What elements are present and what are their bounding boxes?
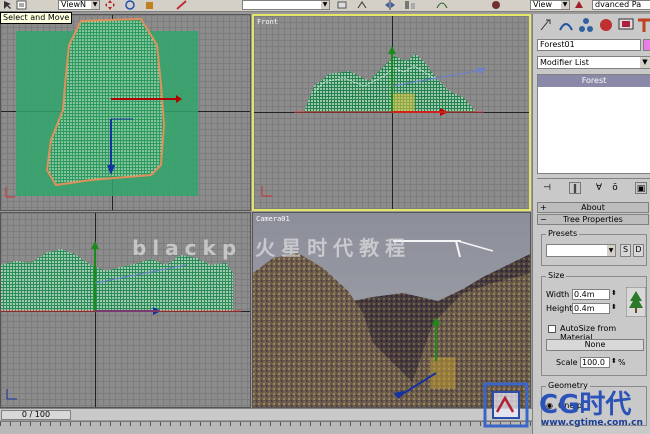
chevron-down-icon: ▼ bbox=[561, 1, 569, 9]
viewport-top[interactable] bbox=[0, 14, 251, 211]
render-type-combo[interactable]: dvanced Pa bbox=[592, 0, 650, 10]
command-panel-tabs bbox=[533, 14, 650, 36]
width-label: Width bbox=[546, 290, 570, 299]
modify-tab-icon[interactable] bbox=[557, 16, 575, 34]
selection-filter-value: ViewN bbox=[61, 0, 86, 9]
command-panel: Forest01 Modifier List ▼ Forest ⊣ ‖ ∀ ō … bbox=[532, 14, 650, 434]
material-editor-icon[interactable] bbox=[490, 0, 502, 10]
rollout-about[interactable]: + About bbox=[537, 202, 649, 213]
scale-unit: % bbox=[618, 358, 626, 367]
object-name-field[interactable]: Forest01 bbox=[537, 39, 641, 51]
size-group: Size Width 0.4m ⬍ Height 0.4m ⬍ AutoSize… bbox=[541, 271, 647, 376]
viewport-front[interactable]: Front bbox=[252, 14, 531, 211]
presets-group: Presets ▼ S D bbox=[541, 229, 647, 266]
create-tab-icon[interactable] bbox=[537, 16, 555, 34]
configure-sets-icon[interactable]: ▣ bbox=[635, 182, 647, 194]
render-scene-icon[interactable] bbox=[573, 0, 585, 10]
cgtime-logo-icon bbox=[483, 382, 529, 428]
chevron-down-icon: ▼ bbox=[640, 57, 650, 68]
select-by-name-icon[interactable] bbox=[16, 0, 28, 10]
preset-delete-button[interactable]: D bbox=[633, 244, 644, 257]
remove-modifier-icon[interactable]: ō bbox=[609, 182, 621, 194]
tree-preview-icon bbox=[626, 287, 646, 317]
motion-tab-icon[interactable] bbox=[597, 16, 615, 34]
modifier-list-label: Modifier List bbox=[540, 58, 589, 67]
presets-dropdown[interactable]: ▼ bbox=[546, 244, 616, 257]
align-icon[interactable] bbox=[404, 0, 416, 10]
chevron-down-icon: ▼ bbox=[607, 245, 615, 256]
mirror-icon[interactable] bbox=[384, 0, 396, 10]
spinner-arrows-icon[interactable]: ⬍ bbox=[611, 289, 617, 297]
hierarchy-tab-icon[interactable] bbox=[577, 16, 595, 34]
presets-group-title: Presets bbox=[546, 229, 580, 238]
scale-spinner[interactable]: 100.0 bbox=[580, 357, 610, 368]
max-app-window: ViewN ▼ ▼ View ▼ dvanced Pa Select and M… bbox=[0, 0, 650, 434]
track-bar[interactable] bbox=[0, 421, 532, 434]
scale-label: Scale bbox=[556, 358, 578, 367]
modifier-list-dropdown[interactable]: Modifier List ▼ bbox=[537, 56, 650, 69]
curve-editor-icon[interactable] bbox=[436, 0, 448, 10]
pin-stack-icon[interactable]: ⊣ bbox=[541, 182, 553, 194]
height-spinner[interactable]: 0.4m bbox=[572, 303, 610, 314]
show-end-result-icon[interactable]: ‖ bbox=[569, 182, 581, 194]
preset-save-button[interactable]: S bbox=[620, 244, 631, 257]
spinner-arrows-icon[interactable]: ⬍ bbox=[611, 357, 617, 365]
cgtime-brand-text: CG时代 bbox=[539, 390, 632, 420]
rollout-tree-properties[interactable]: − Tree Properties bbox=[537, 214, 649, 225]
viewport-front-label[interactable]: Front bbox=[257, 18, 278, 26]
move-icon[interactable] bbox=[104, 0, 116, 10]
named-selection-value: View bbox=[533, 0, 552, 9]
make-unique-icon[interactable]: ∀ bbox=[593, 182, 605, 194]
collapse-icon: − bbox=[540, 215, 547, 224]
time-slider-bar: 0 / 100 bbox=[0, 408, 532, 420]
select-and-link-icon[interactable] bbox=[176, 0, 188, 10]
size-group-title: Size bbox=[546, 271, 567, 280]
object-color-swatch[interactable] bbox=[643, 39, 650, 51]
watermark-text: blackp 火星时代教程 bbox=[132, 236, 412, 260]
stack-toolbar: ⊣ ‖ ∀ ō ▣ bbox=[537, 178, 650, 196]
chevron-down-icon: ▼ bbox=[321, 1, 329, 9]
expand-icon: + bbox=[540, 203, 547, 212]
pivot-icon[interactable] bbox=[336, 0, 348, 10]
forest-front-shape[interactable] bbox=[254, 16, 529, 209]
height-label: Height bbox=[546, 304, 573, 313]
rollout-tree-properties-title: Tree Properties bbox=[563, 215, 623, 224]
stack-item-forest[interactable]: Forest bbox=[538, 75, 650, 87]
autosize-checkbox[interactable] bbox=[548, 325, 556, 333]
rollout-about-title: About bbox=[581, 203, 605, 212]
material-map-button[interactable]: None bbox=[546, 339, 644, 351]
render-type-value: dvanced Pa bbox=[595, 0, 642, 9]
cgtime-watermark: CG时代 www.cgtime.com.cn bbox=[475, 378, 650, 434]
named-selection-combo[interactable]: View ▼ bbox=[530, 0, 570, 10]
main-toolbar: ViewN ▼ ▼ View ▼ dvanced Pa bbox=[0, 0, 650, 12]
spinner-arrows-icon[interactable]: ⬍ bbox=[611, 303, 617, 311]
cgtime-url-text: www.cgtime.com.cn bbox=[541, 418, 643, 428]
chevron-down-icon: ▼ bbox=[91, 1, 99, 9]
utilities-tab-icon[interactable] bbox=[635, 16, 650, 34]
forest-outline-shape[interactable] bbox=[1, 15, 251, 211]
reference-coordinate-combo[interactable]: ▼ bbox=[242, 0, 330, 10]
selection-filter-combo[interactable]: ViewN ▼ bbox=[58, 0, 100, 10]
rotate-icon[interactable] bbox=[124, 0, 136, 10]
viewport-camera-label[interactable]: Camera01 bbox=[256, 215, 290, 223]
toolbar-tooltip: Select and Move bbox=[0, 12, 73, 24]
modifier-stack: Forest bbox=[537, 74, 650, 174]
select-object-icon[interactable] bbox=[2, 0, 14, 10]
scale-icon[interactable] bbox=[144, 0, 156, 10]
width-spinner[interactable]: 0.4m bbox=[572, 289, 610, 300]
display-tab-icon[interactable] bbox=[617, 16, 635, 34]
time-slider-thumb[interactable]: 0 / 100 bbox=[1, 410, 71, 420]
snap-icon[interactable] bbox=[356, 0, 368, 10]
